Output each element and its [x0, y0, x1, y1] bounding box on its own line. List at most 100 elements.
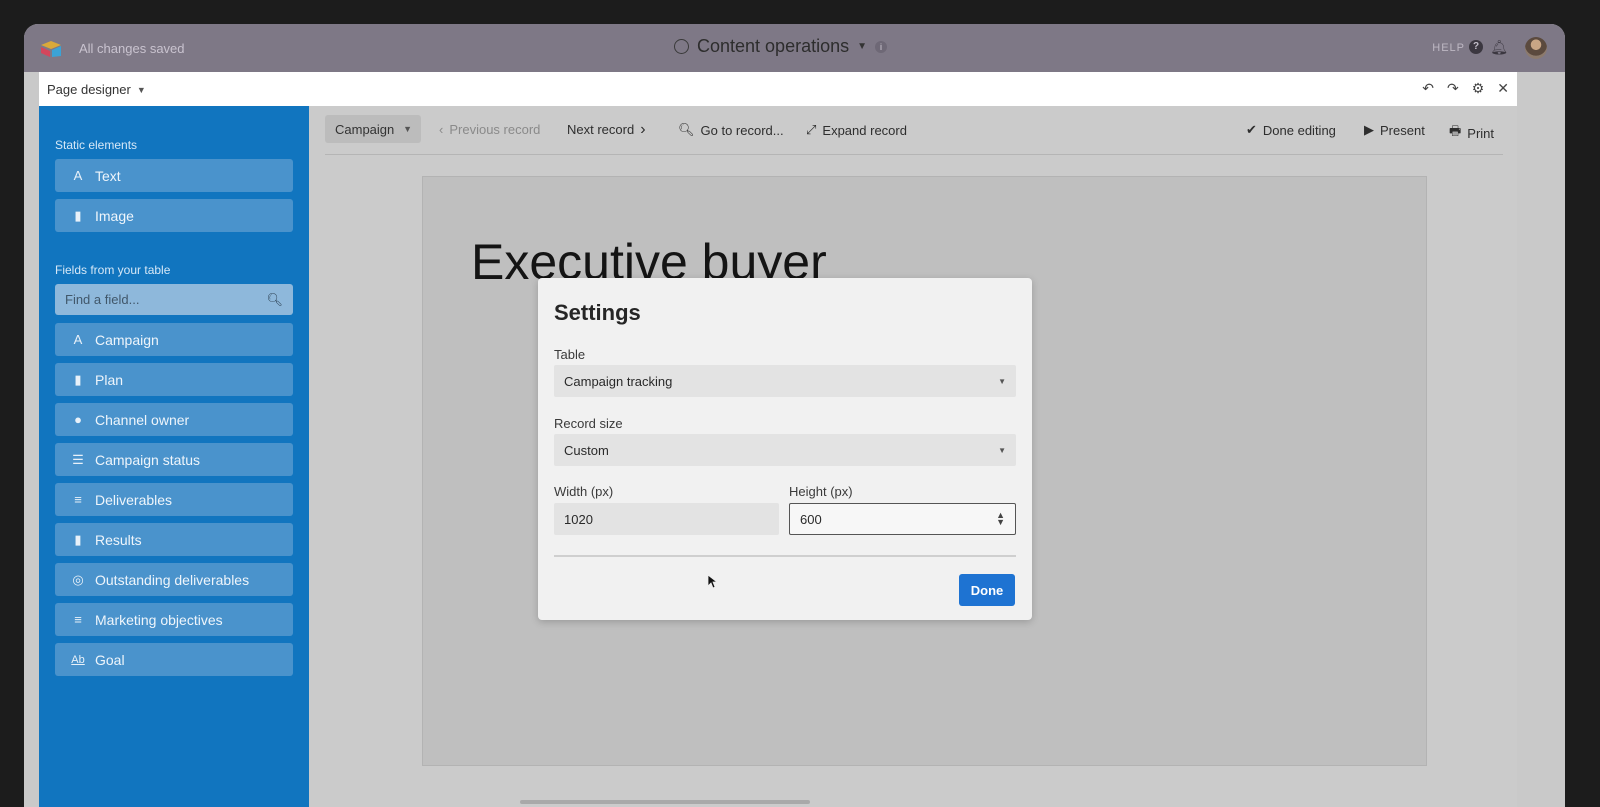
sidebar-item-label: Image	[95, 207, 134, 224]
horizontal-scrollbar[interactable]	[520, 800, 810, 804]
sidebar-item-label: Campaign	[95, 331, 159, 348]
record-size-select[interactable]: Custom ▼	[554, 434, 1016, 466]
record-size-value: Custom	[564, 442, 609, 458]
print-label: Print	[1467, 125, 1495, 141]
info-icon[interactable]: i	[875, 40, 888, 53]
help-link[interactable]: HELP	[1432, 42, 1465, 54]
long-text-icon: Ab	[71, 653, 85, 666]
table-select-field[interactable]: Campaign tracking ▼	[554, 365, 1016, 397]
sidebar-item-campaign[interactable]: A Campaign	[55, 323, 293, 356]
previous-record-label: Previous record	[449, 122, 541, 137]
bell-icon[interactable]: 🔔︎	[1490, 39, 1508, 56]
done-button[interactable]: Done	[959, 574, 1015, 606]
go-to-record-button[interactable]: 🔍︎ Go to record...	[678, 122, 784, 138]
print-button[interactable]: 🖶︎ Print	[1449, 122, 1494, 144]
sidebar-item-label: Goal	[95, 651, 125, 668]
fields-heading: Fields from your table	[55, 263, 171, 277]
table-select-value: Campaign tracking	[564, 373, 673, 389]
save-status: All changes saved	[79, 41, 185, 56]
present-button[interactable]: ▶ Present	[1364, 122, 1425, 138]
list-icon: ≡	[74, 612, 82, 627]
settings-dialog: Settings Table Campaign tracking ▼ Recor…	[538, 278, 1032, 620]
sidebar-item-channel-owner[interactable]: ● Channel owner	[55, 403, 293, 436]
airtable-logo-icon	[41, 41, 61, 57]
go-to-record-label: Go to record...	[700, 122, 784, 138]
sidebar-item-campaign-status[interactable]: ☰ Campaign status	[55, 443, 293, 476]
previous-record-button[interactable]: ‹ Previous record	[439, 122, 540, 137]
search-icon: 🔍︎	[678, 122, 695, 137]
chevron-down-icon: ▼	[857, 41, 868, 52]
sidebar-item-image[interactable]: ▮ Image	[55, 199, 293, 232]
base-name: Content operations	[697, 36, 850, 56]
table-select-label: Campaign	[335, 121, 395, 137]
sidebar-item-label: Channel owner	[95, 411, 190, 428]
static-elements-heading: Static elements	[55, 138, 138, 152]
width-value: 1020	[564, 511, 593, 527]
sidebar-item-marketing-objectives[interactable]: ≡ Marketing objectives	[55, 603, 293, 636]
sidebar-item-goal[interactable]: Ab Goal	[55, 643, 293, 676]
expand-record-button[interactable]: ⤢ Expand record	[806, 122, 907, 138]
avatar[interactable]	[1525, 37, 1547, 59]
page-designer-bar: Page designer ▼ ↶ ↷ ⚙ ✕	[39, 72, 1517, 106]
close-icon[interactable]: ✕	[1497, 80, 1509, 97]
sidebar-item-label: Marketing objectives	[95, 611, 223, 628]
sidebar-item-text[interactable]: A Text	[55, 159, 293, 192]
help-icon[interactable]: ?	[1469, 40, 1483, 54]
attachment-icon: ▮	[74, 371, 82, 387]
sidebar-item-plan[interactable]: ▮ Plan	[55, 363, 293, 396]
undo-icon[interactable]: ↶	[1422, 80, 1434, 97]
attachment-icon: ▮	[74, 531, 82, 547]
text-icon: A	[73, 168, 83, 183]
chevron-down-icon: ▼	[403, 124, 412, 134]
done-editing-button[interactable]: ✔ Done editing	[1246, 122, 1336, 138]
text-field-icon: A	[73, 332, 83, 347]
stepper-down-icon[interactable]: ▼	[996, 518, 1005, 527]
page-designer-title: Page designer	[47, 82, 131, 97]
chevron-left-icon: ‹	[439, 122, 444, 137]
chevron-down-icon: ▼	[998, 445, 1006, 455]
play-icon: ▶	[1364, 122, 1374, 137]
base-title[interactable]: Content operations ▼ i	[674, 36, 888, 57]
app-window: All changes saved Content operations ▼ i…	[24, 24, 1565, 807]
sidebar-item-label: Plan	[95, 371, 124, 388]
sidebar-item-deliverables[interactable]: ≡ Deliverables	[55, 483, 293, 516]
table-label: Table	[554, 347, 586, 362]
done-editing-label: Done editing	[1262, 122, 1336, 138]
table-select[interactable]: Campaign ▼	[325, 115, 421, 143]
sidebar-item-results[interactable]: ▮ Results	[55, 523, 293, 556]
toolbar-divider	[325, 154, 1503, 155]
height-value: 600	[800, 511, 822, 527]
page-designer-menu[interactable]: Page designer ▼	[47, 82, 146, 97]
record-size-label: Record size	[554, 416, 623, 431]
width-label: Width (px)	[554, 484, 614, 499]
next-record-label: Next record	[567, 122, 635, 137]
window-controls: ↶ ↷ ⚙ ✕	[1422, 80, 1509, 97]
redo-icon[interactable]: ↷	[1447, 80, 1459, 97]
sidebar-item-outstanding-deliverables[interactable]: ◎ Outstanding deliverables	[55, 563, 293, 596]
number-stepper[interactable]: ▲ ▼	[996, 511, 1005, 527]
sidebar-item-label: Campaign status	[95, 451, 201, 468]
dialog-title: Settings	[554, 300, 641, 325]
present-label: Present	[1380, 122, 1425, 138]
user-icon: ●	[74, 412, 82, 427]
mouse-cursor-icon	[707, 574, 717, 589]
gear-icon[interactable]: ⚙	[1472, 80, 1485, 97]
chevron-right-icon: ›	[640, 121, 646, 138]
check-icon: ✔	[1246, 122, 1257, 137]
app-header: All changes saved Content operations ▼ i…	[24, 24, 1565, 72]
next-record-button[interactable]: Next record ›	[567, 121, 646, 138]
chevron-down-icon: ▼	[136, 84, 146, 95]
height-input[interactable]: 600 ▲ ▼	[789, 503, 1016, 535]
field-search[interactable]: 🔍︎	[55, 284, 293, 315]
width-input[interactable]: 1020	[554, 503, 779, 535]
field-search-input[interactable]	[65, 292, 245, 307]
sidebar-item-label: Text	[95, 167, 121, 184]
chevron-down-icon: ▼	[998, 376, 1006, 386]
dialog-divider	[554, 555, 1016, 557]
designer-toolbar: Campaign ▼ ‹ Previous record Next record…	[309, 106, 1517, 155]
image-icon: ▮	[74, 207, 82, 223]
printer-icon: 🖶︎	[1449, 123, 1462, 138]
sidebar-item-label: Deliverables	[95, 491, 173, 508]
page-designer-body: Static elements A Text ▮ Image Fields fr…	[39, 106, 1517, 807]
list-icon: ≡	[74, 492, 82, 507]
